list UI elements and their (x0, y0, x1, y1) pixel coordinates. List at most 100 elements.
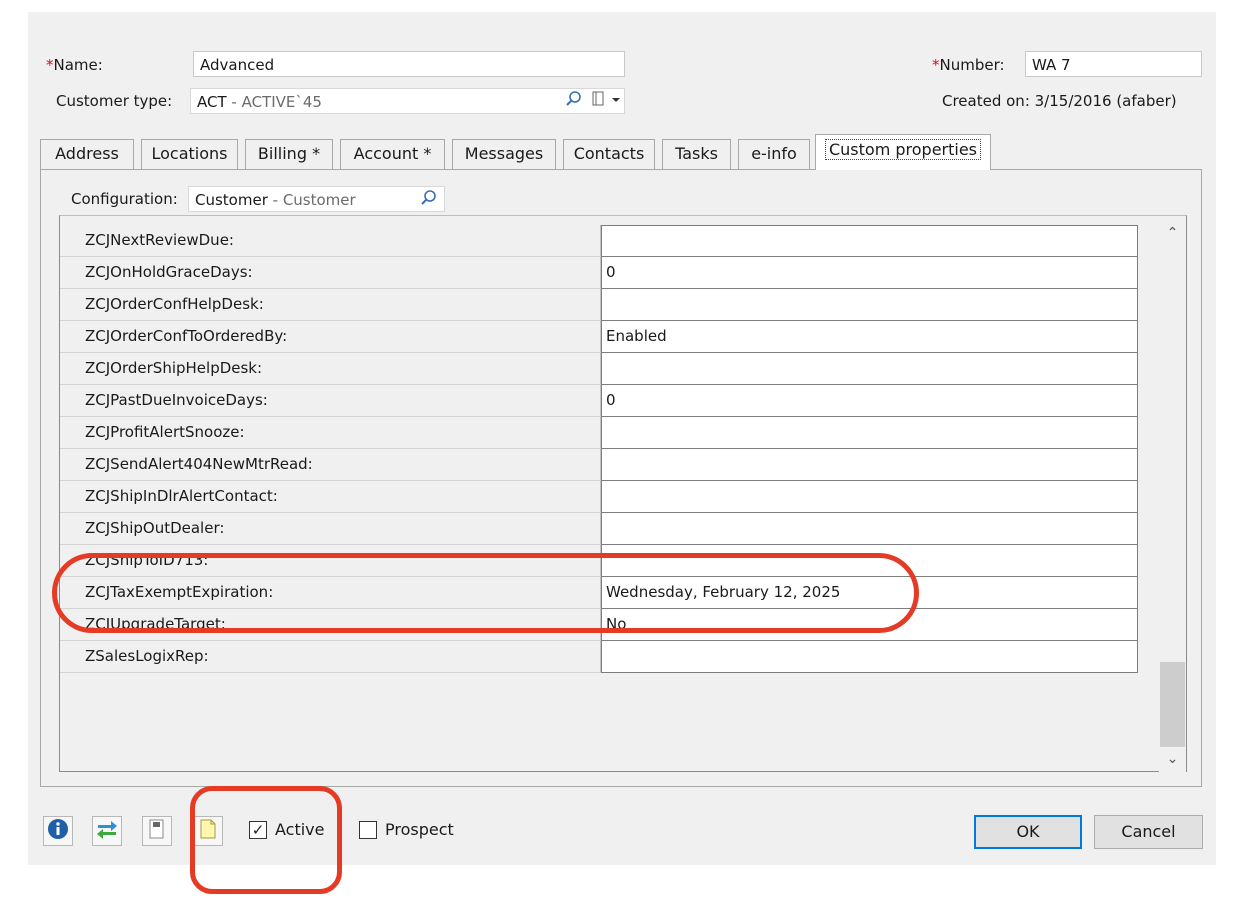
ok-button[interactable]: OK (974, 815, 1082, 849)
property-name: ZCJProfitAlertSnooze: (60, 417, 601, 449)
number-label-text: Number: (939, 56, 1005, 74)
property-name: ZCJSendAlert404NewMtrRead: (60, 449, 601, 481)
property-name: ZCJNextReviewDue: (60, 225, 601, 257)
tab-messages[interactable]: Messages (452, 139, 556, 169)
property-value[interactable] (601, 417, 1138, 449)
property-name: ZCJShipToID713: (60, 545, 601, 577)
active-checkbox[interactable]: ✓ (249, 821, 267, 839)
customer-type-search-icon[interactable] (565, 90, 583, 112)
property-row: ZCJOrderConfToOrderedBy: Enabled (60, 321, 1138, 353)
property-name: ZCJShipInDlrAlertContact: (60, 481, 601, 513)
created-on-text: Created on: 3/15/2016 (afaber) (942, 92, 1177, 110)
property-value[interactable]: Wednesday, February 12, 2025 (601, 577, 1138, 609)
prospect-label: Prospect (385, 820, 454, 839)
name-label-text: Name: (53, 56, 103, 74)
info-button[interactable] (43, 816, 73, 846)
property-value[interactable]: No (601, 609, 1138, 641)
grid-scrollbar[interactable]: ⌃ ⌄ (1159, 217, 1186, 772)
tab-account[interactable]: Account * (340, 139, 445, 169)
property-name: ZCJUpgradeTarget: (60, 609, 601, 641)
document-button[interactable] (142, 816, 172, 846)
property-value[interactable]: Enabled (601, 321, 1138, 353)
property-row: ZCJNextReviewDue: (60, 225, 1138, 257)
required-mark: * (46, 56, 54, 74)
configuration-search-icon[interactable] (420, 189, 438, 211)
name-label: *Name: (46, 56, 103, 74)
customer-type-desc: - ACTIVE`45 (226, 93, 322, 111)
tab-label: Messages (464, 144, 544, 163)
tab-e-info[interactable]: e-info (738, 139, 810, 169)
property-value[interactable]: 0 (601, 385, 1138, 417)
configuration-value: Customer (195, 191, 268, 209)
name-field[interactable]: Advanced (193, 51, 625, 77)
customer-type-field[interactable]: ACT - ACTIVE`45 (190, 88, 625, 114)
tab-label: Custom properties (824, 139, 982, 160)
cancel-button[interactable]: Cancel (1094, 815, 1203, 849)
swap-button[interactable] (92, 816, 122, 846)
notes-button[interactable] (193, 816, 223, 846)
prospect-checkbox[interactable] (359, 821, 377, 839)
property-row: ZCJUpgradeTarget: No (60, 609, 1138, 641)
scroll-thumb[interactable] (1160, 662, 1185, 747)
tab-label: Contacts (573, 144, 645, 163)
name-value: Advanced (200, 56, 275, 74)
tab-label: Tasks (675, 144, 718, 163)
tab-billing[interactable]: Billing * (245, 139, 333, 169)
tab-contacts[interactable]: Contacts (563, 139, 655, 169)
property-value[interactable] (601, 225, 1138, 257)
scroll-down-icon[interactable]: ⌄ (1159, 747, 1186, 771)
customer-type-label: Customer type: (56, 92, 173, 110)
property-name: ZCJOrderShipHelpDesk: (60, 353, 601, 385)
notes-icon (198, 817, 218, 845)
property-name: ZSalesLogixRep: (60, 641, 601, 673)
configuration-desc: - Customer (267, 191, 356, 209)
property-value[interactable] (601, 449, 1138, 481)
tab-address[interactable]: Address (40, 139, 134, 169)
property-value[interactable] (601, 481, 1138, 513)
active-label: Active (275, 820, 325, 839)
property-name: ZCJPastDueInvoiceDays: (60, 385, 601, 417)
tab-label: Billing * (257, 144, 321, 163)
property-value[interactable] (601, 353, 1138, 385)
property-row: ZCJShipToID713: (60, 545, 1138, 577)
info-icon (47, 818, 69, 844)
document-icon (147, 818, 167, 844)
property-value[interactable] (601, 545, 1138, 577)
customer-type-code: ACT (197, 93, 227, 111)
property-name: ZCJOrderConfHelpDesk: (60, 289, 601, 321)
property-value[interactable] (601, 513, 1138, 545)
scroll-up-icon[interactable]: ⌃ (1159, 221, 1186, 245)
tab-tasks[interactable]: Tasks (662, 139, 731, 169)
required-mark: * (932, 56, 940, 74)
property-name: ZCJShipOutDealer: (60, 513, 601, 545)
property-row: ZCJOrderShipHelpDesk: (60, 353, 1138, 385)
properties-grid: ZCJNextReviewDue: ZCJOnHoldGraceDays: 0 … (59, 215, 1187, 772)
tab-label: Address (55, 144, 119, 163)
property-row: ZCJOnHoldGraceDays: 0 (60, 257, 1138, 289)
swap-arrows-icon (95, 817, 119, 845)
property-value[interactable] (601, 641, 1138, 673)
number-field[interactable]: WA 7 (1025, 51, 1202, 77)
tab-label: Account * (353, 144, 432, 163)
number-value: WA 7 (1032, 56, 1071, 74)
property-row: ZCJShipInDlrAlertContact: (60, 481, 1138, 513)
property-row: ZCJPastDueInvoiceDays: 0 (60, 385, 1138, 417)
property-row-tax-exempt-expiration: ZCJTaxExemptExpiration: Wednesday, Febru… (60, 577, 1138, 609)
property-row: ZSalesLogixRep: (60, 641, 1138, 673)
property-name: ZCJOrderConfToOrderedBy: (60, 321, 601, 353)
customer-type-dropdown-icon[interactable] (590, 90, 622, 112)
property-value[interactable]: 0 (601, 257, 1138, 289)
property-name: ZCJOnHoldGraceDays: (60, 257, 601, 289)
tab-locations[interactable]: Locations (141, 139, 238, 169)
property-value[interactable] (601, 289, 1138, 321)
property-row: ZCJOrderConfHelpDesk: (60, 289, 1138, 321)
property-row: ZCJShipOutDealer: (60, 513, 1138, 545)
configuration-field[interactable]: Customer - Customer (188, 186, 445, 212)
tab-custom-properties[interactable]: Custom properties (815, 134, 991, 170)
number-label: *Number: (932, 56, 1005, 74)
tab-label: Locations (151, 144, 228, 163)
property-row: ZCJSendAlert404NewMtrRead: (60, 449, 1138, 481)
tab-label: e-info (751, 144, 797, 163)
configuration-label: Configuration: (71, 190, 178, 208)
property-row: ZCJProfitAlertSnooze: (60, 417, 1138, 449)
